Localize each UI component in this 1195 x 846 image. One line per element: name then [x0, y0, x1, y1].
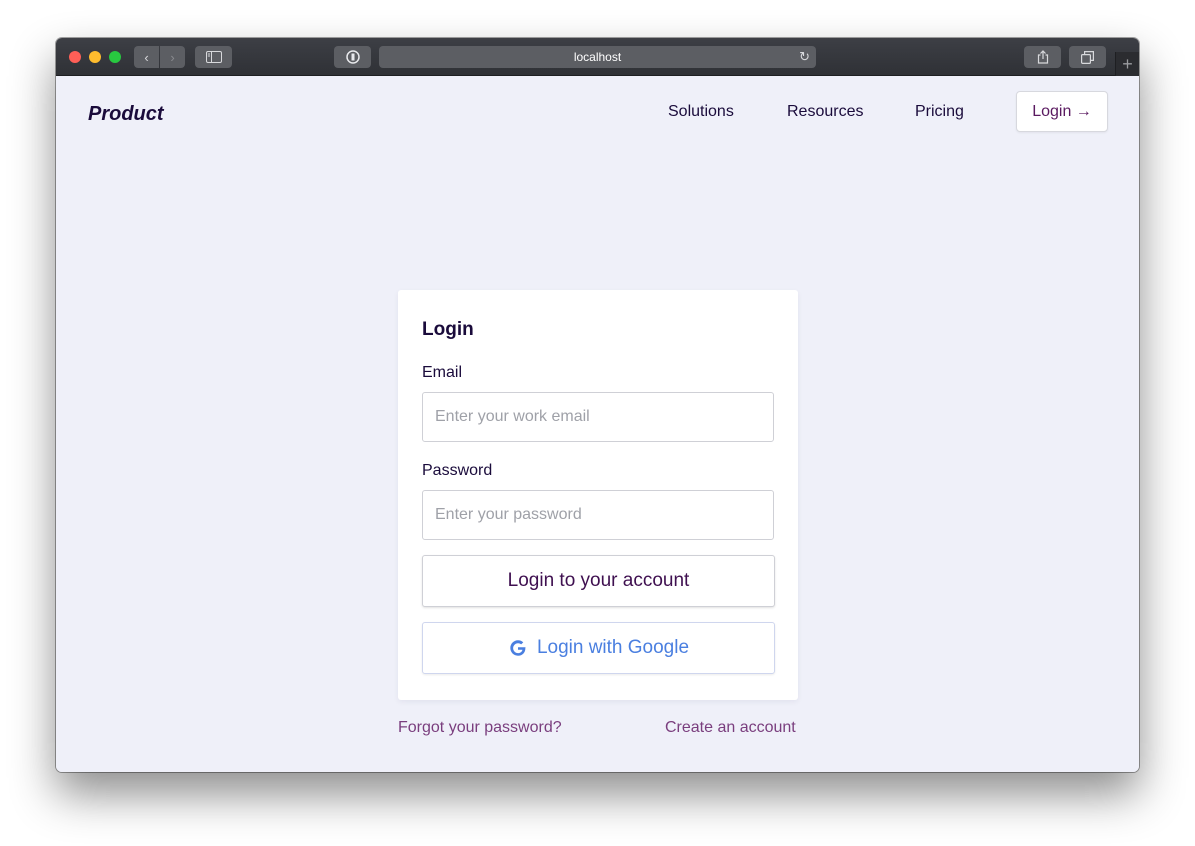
header-login-button[interactable]: Login →	[1016, 91, 1108, 132]
email-label: Email	[422, 364, 463, 381]
share-button[interactable]	[1024, 46, 1061, 68]
minimize-window-button[interactable]	[89, 51, 101, 63]
back-button[interactable]: ‹	[134, 46, 159, 68]
nav-link-pricing[interactable]: Pricing	[915, 103, 964, 121]
google-login-button[interactable]: Login with Google	[422, 622, 775, 674]
browser-titlebar: ‹ › localhost ↻ +	[56, 38, 1139, 76]
sidebar-icon	[205, 51, 222, 63]
page-content: Product Solutions Resources Pricing Logi…	[56, 76, 1139, 772]
browser-window: ‹ › localhost ↻ + Product Solutions Reso…	[56, 38, 1139, 772]
privacy-report-button[interactable]	[334, 46, 371, 68]
plus-icon: +	[1122, 53, 1133, 74]
reload-icon[interactable]: ↻	[799, 49, 810, 65]
login-title: Login	[422, 319, 474, 340]
password-label: Password	[422, 462, 493, 479]
new-tab-button[interactable]: +	[1115, 52, 1139, 76]
nav-link-resources[interactable]: Resources	[787, 103, 863, 121]
nav-link-solutions[interactable]: Solutions	[668, 103, 734, 121]
address-bar[interactable]: localhost ↻	[379, 46, 816, 68]
login-card: Login Email Password Login to your accou…	[398, 290, 798, 700]
google-login-label: Login with Google	[536, 637, 690, 658]
zoom-window-button[interactable]	[109, 51, 121, 63]
login-submit-button[interactable]: Login to your account	[422, 555, 775, 607]
brand-logo[interactable]: Product	[88, 103, 164, 126]
forgot-password-link[interactable]: Forgot your password?	[398, 719, 562, 737]
sidebar-toggle-button[interactable]	[195, 46, 232, 68]
address-text: localhost	[573, 50, 622, 64]
email-field[interactable]	[422, 392, 774, 442]
shield-icon	[345, 50, 360, 64]
login-submit-label: Login to your account	[507, 570, 690, 591]
forward-button[interactable]: ›	[160, 46, 185, 68]
create-account-link[interactable]: Create an account	[665, 719, 796, 737]
chevron-left-icon: ‹	[144, 49, 149, 65]
close-window-button[interactable]	[69, 51, 81, 63]
chevron-right-icon: ›	[170, 49, 175, 65]
google-g-icon	[510, 640, 526, 656]
show-tabs-button[interactable]	[1069, 46, 1106, 68]
tabs-overview-icon	[1081, 50, 1094, 64]
password-field[interactable]	[422, 490, 774, 540]
share-icon	[1037, 50, 1048, 64]
